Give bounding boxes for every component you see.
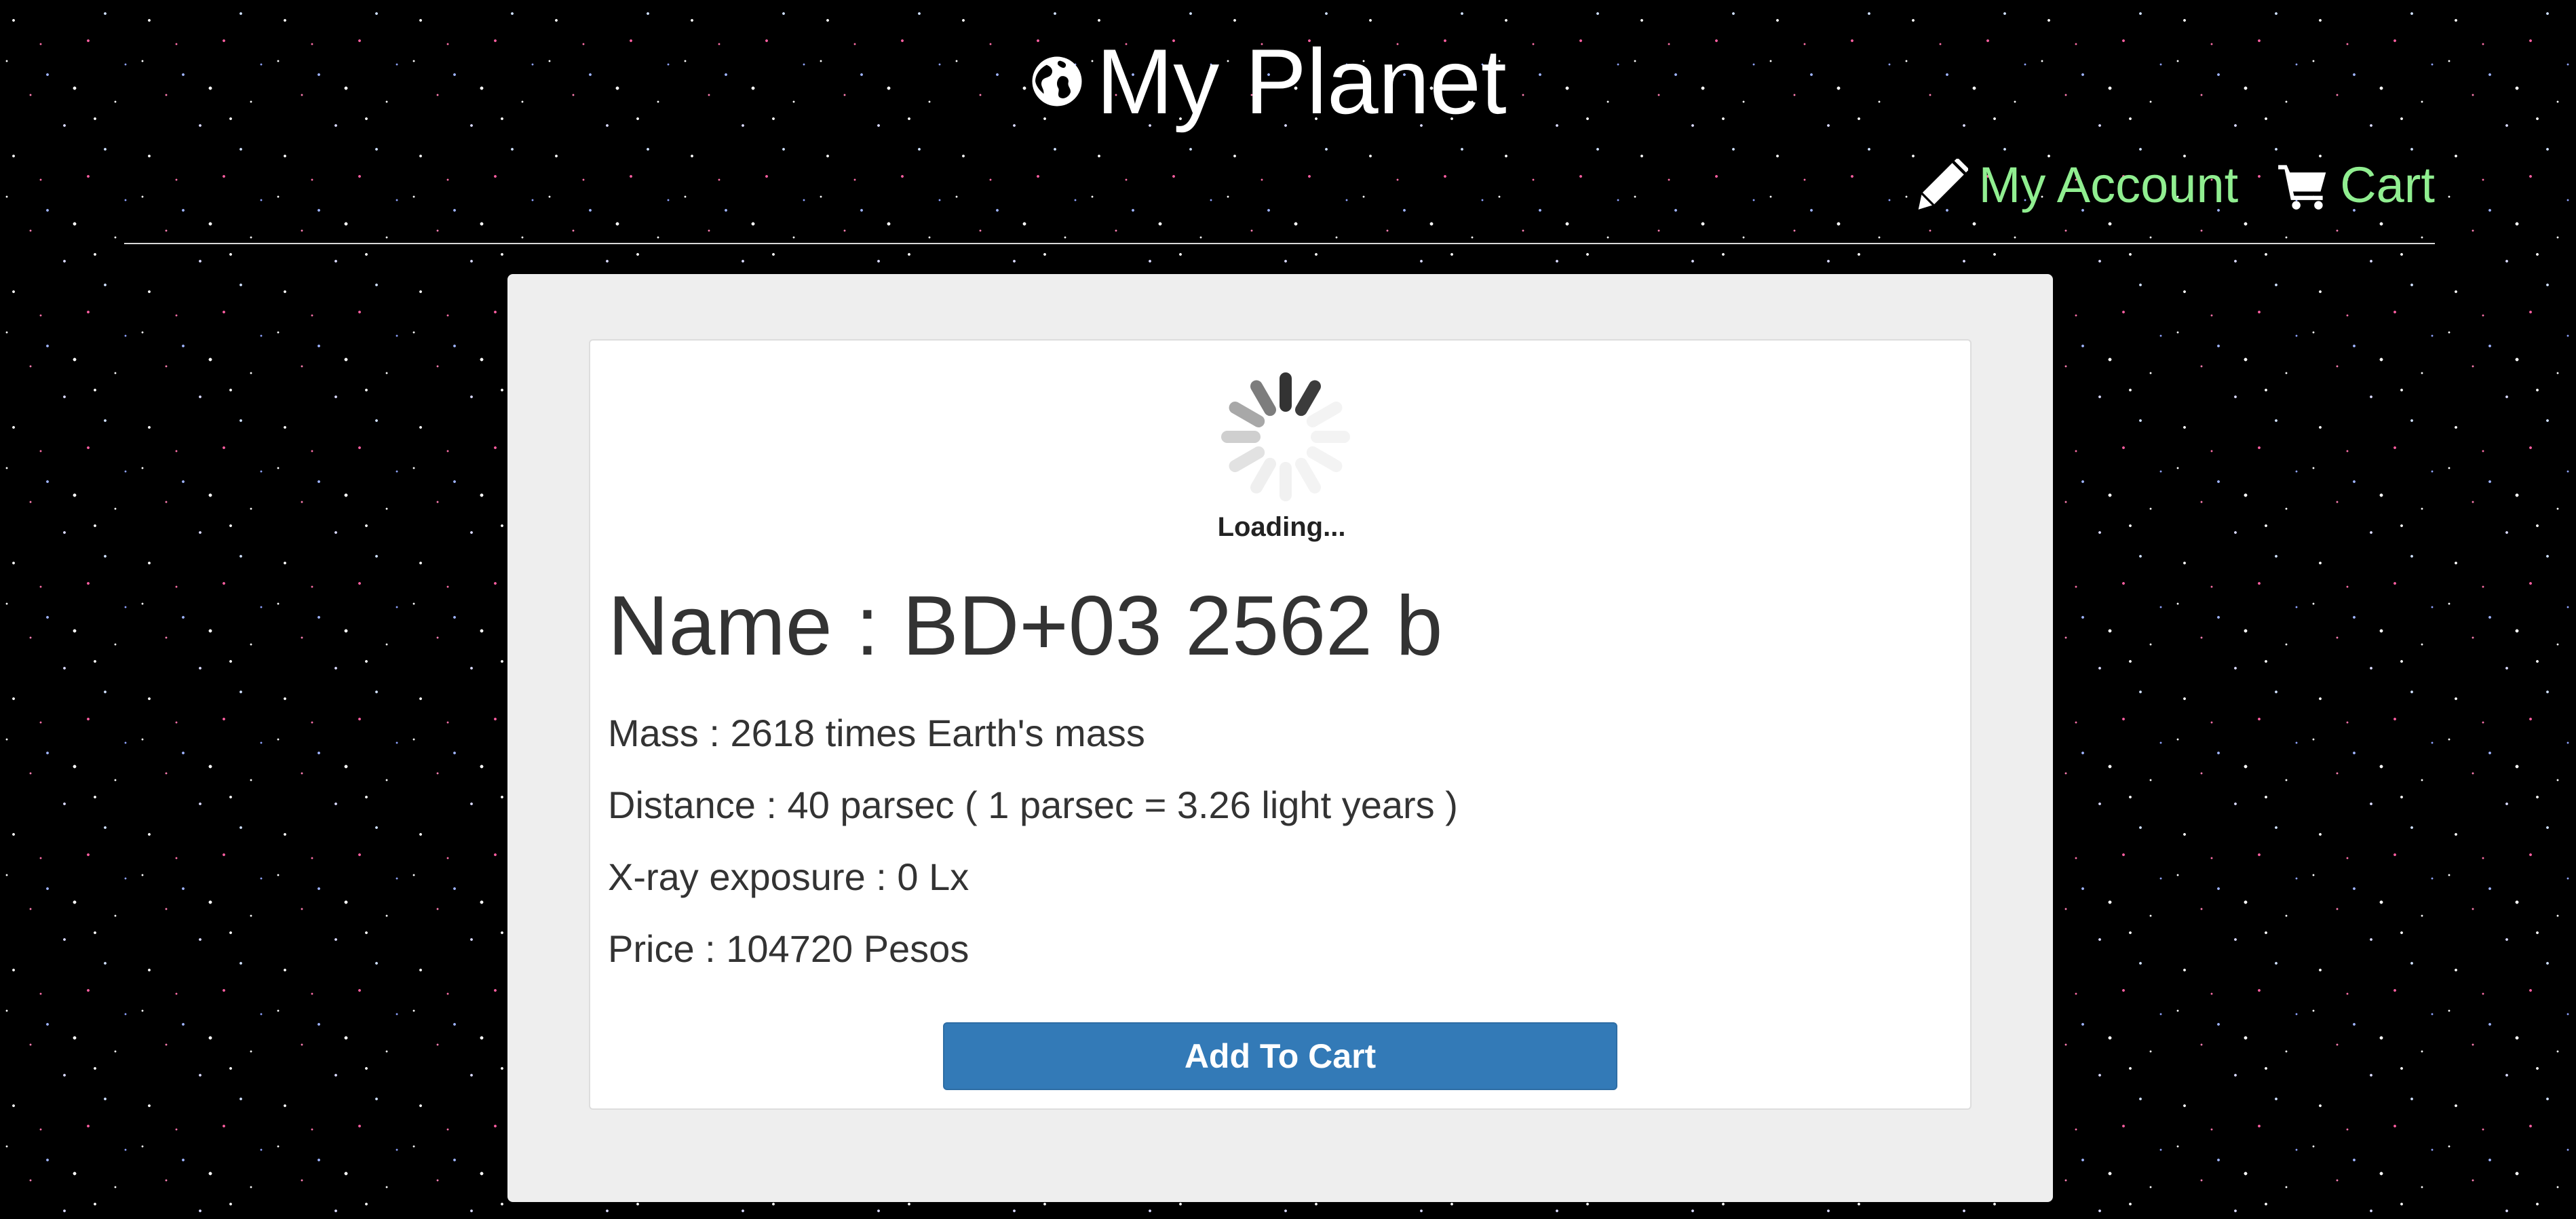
loading-text: Loading... [1217,512,1346,542]
site-brand[interactable]: My Planet [1031,27,1507,136]
product-panel: Loading... Name : BD+03 2562 b Mass : 26… [507,274,2053,1202]
pencil-icon [1918,158,1968,210]
header-divider [124,243,2435,244]
planet-name: Name : BD+03 2562 b [608,579,1443,673]
top-nav: My Account Cart [1877,156,2435,214]
cart-label: Cart [2340,157,2435,213]
site-title: My Planet [1096,30,1507,133]
add-to-cart-button[interactable]: Add To Cart [943,1022,1617,1090]
cart-icon [2278,164,2326,210]
product-card: Loading... Name : BD+03 2562 b Mass : 26… [589,339,1972,1110]
globe-icon [1032,56,1082,107]
cart-link[interactable]: Cart [2276,156,2435,214]
planet-xray-exposure: X-ray exposure : 0 Lx [608,855,969,898]
my-account-label: My Account [1978,157,2239,213]
planet-distance: Distance : 40 parsec ( 1 parsec = 3.26 l… [608,783,1458,826]
planet-price: Price : 104720 Pesos [608,927,969,970]
my-account-link[interactable]: My Account [1915,156,2239,214]
planet-mass: Mass : 2618 times Earth's mass [608,712,1145,754]
site-header: My Planet My Account Cart [0,0,2576,213]
loading-spinner-icon [1221,372,1350,501]
